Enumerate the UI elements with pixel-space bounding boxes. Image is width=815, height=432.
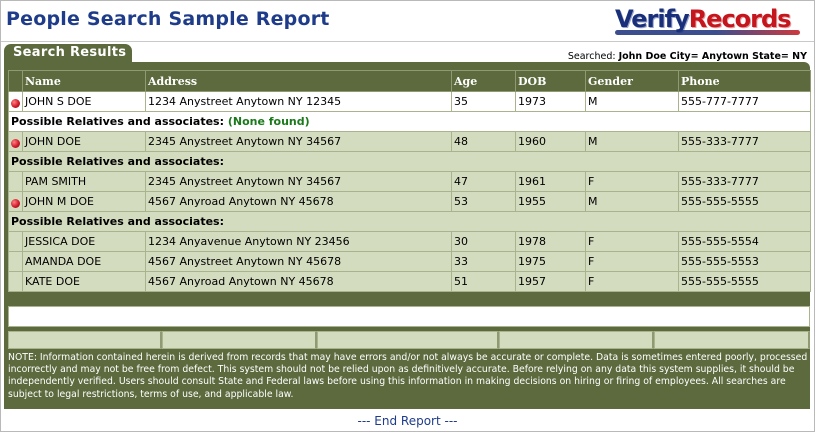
header-divider [1, 41, 814, 42]
cell-dob: 1978 [515, 231, 586, 252]
cell-phone: 555-555-5555 [678, 191, 811, 212]
relatives-heading: Possible Relatives and associates: [8, 151, 811, 172]
cell-dob: 1955 [515, 191, 586, 212]
cell-age: 35 [451, 91, 516, 112]
cell-gender: F [585, 171, 679, 192]
red-bullet-icon [11, 199, 20, 208]
relatives-heading-row: Possible Relatives and associates: (None… [8, 111, 811, 132]
verifyrecords-logo: VerifyRecords [615, 5, 800, 41]
disclaimer-note: NOTE: Information contained herein is de… [8, 352, 808, 400]
relatives-label: Possible Relatives and associates: [11, 115, 224, 128]
cell-gender: F [585, 231, 679, 252]
cell-age: 30 [451, 231, 516, 252]
cell-phone: 555-777-7777 [678, 91, 811, 112]
cell-dob: 1961 [515, 171, 586, 192]
cell-name: KATE DOE [22, 271, 146, 292]
logo-records: Records [688, 5, 792, 33]
red-bullet-icon [11, 99, 20, 108]
table-spacer [8, 306, 810, 327]
cell-phone: 555-555-5554 [678, 231, 811, 252]
cell-gender: M [585, 131, 679, 152]
relatives-heading: Possible Relatives and associates: [8, 211, 811, 232]
tab-search-results[interactable]: Search Results [4, 44, 132, 62]
end-report: --- End Report --- [357, 414, 458, 428]
table-row[interactable]: AMANDA DOE 4567 Anystreet Anytown NY 456… [8, 251, 811, 272]
table-footer-row [8, 331, 810, 349]
cell-gender: F [585, 251, 679, 272]
red-bullet-icon [11, 139, 20, 148]
cell-phone: 555-555-5553 [678, 251, 811, 272]
row-marker [8, 171, 23, 192]
cell-dob: 1973 [515, 91, 586, 112]
cell-phone: 555-333-7777 [678, 131, 811, 152]
cell-name: PAM SMITH [22, 171, 146, 192]
logo-swoosh [615, 30, 800, 35]
table-row[interactable]: PAM SMITH 2345 Anystreet Anytown NY 3456… [8, 171, 811, 192]
cell-name: JOHN S DOE [22, 91, 146, 112]
column-header-address[interactable]: Address [145, 70, 452, 92]
cell-dob: 1957 [515, 271, 586, 292]
cell-gender: M [585, 191, 679, 212]
column-header-marker [8, 70, 23, 92]
cell-age: 47 [451, 171, 516, 192]
cell-age: 33 [451, 251, 516, 272]
column-header-name[interactable]: Name [22, 70, 146, 92]
cell-dob: 1960 [515, 131, 586, 152]
row-marker [8, 231, 23, 252]
cell-name: JOHN DOE [22, 131, 146, 152]
footer-cell [654, 331, 810, 349]
cell-address: 4567 Anyroad Anytown NY 45678 [145, 271, 452, 292]
cell-name: JOHN M DOE [22, 191, 146, 212]
footer-cell [317, 331, 499, 349]
cell-address: 4567 Anyroad Anytown NY 45678 [145, 191, 452, 212]
cell-address: 2345 Anystreet Anytown NY 34567 [145, 171, 452, 192]
footer-cell [8, 331, 162, 349]
searched-value: John Doe City= Anytown State= NY [618, 51, 807, 62]
footer-cell [499, 331, 654, 349]
cell-phone: 555-333-7777 [678, 171, 811, 192]
cell-age: 53 [451, 191, 516, 212]
column-header-phone[interactable]: Phone [678, 70, 811, 92]
table-row[interactable]: JOHN M DOE 4567 Anyroad Anytown NY 45678… [8, 191, 811, 212]
cell-age: 48 [451, 131, 516, 152]
footer-cell [162, 331, 317, 349]
relatives-heading-row: Possible Relatives and associates: [8, 151, 811, 172]
table-row[interactable]: JOHN DOE 2345 Anystreet Anytown NY 34567… [8, 131, 811, 152]
cell-address: 1234 Anystreet Anytown NY 12345 [145, 91, 452, 112]
table-row[interactable]: JOHN S DOE 1234 Anystreet Anytown NY 123… [8, 91, 811, 112]
logo-verify: Verify [615, 5, 690, 33]
column-header-dob[interactable]: DOB [515, 70, 586, 92]
none-found-note: (None found) [227, 115, 310, 128]
column-header-age[interactable]: Age [451, 70, 516, 92]
row-marker [8, 191, 23, 212]
cell-phone: 555-555-5555 [678, 271, 811, 292]
cell-name: JESSICA DOE [22, 231, 146, 252]
row-marker [8, 131, 23, 152]
page-title: People Search Sample Report [6, 8, 330, 30]
cell-dob: 1975 [515, 251, 586, 272]
cell-address: 2345 Anystreet Anytown NY 34567 [145, 131, 452, 152]
column-header-gender[interactable]: Gender [585, 70, 679, 92]
cell-gender: F [585, 271, 679, 292]
row-marker [8, 271, 23, 292]
searched-criteria: Searched: John Doe City= Anytown State= … [568, 51, 807, 62]
table-header-row: Name Address Age DOB Gender Phone [8, 70, 811, 92]
cell-name: AMANDA DOE [22, 251, 146, 272]
cell-gender: M [585, 91, 679, 112]
table-row[interactable]: JESSICA DOE 1234 Anyavenue Anytown NY 23… [8, 231, 811, 252]
row-marker [8, 251, 23, 272]
cell-address: 1234 Anyavenue Anytown NY 23456 [145, 231, 452, 252]
relatives-heading: Possible Relatives and associates: (None… [8, 111, 811, 132]
results-table: Name Address Age DOB Gender Phone JOHN S… [8, 70, 811, 292]
cell-age: 51 [451, 271, 516, 292]
table-row[interactable]: KATE DOE 4567 Anyroad Anytown NY 45678 5… [8, 271, 811, 292]
searched-label: Searched: [567, 51, 616, 62]
row-marker [8, 91, 23, 112]
relatives-heading-row: Possible Relatives and associates: [8, 211, 811, 232]
cell-address: 4567 Anystreet Anytown NY 45678 [145, 251, 452, 272]
